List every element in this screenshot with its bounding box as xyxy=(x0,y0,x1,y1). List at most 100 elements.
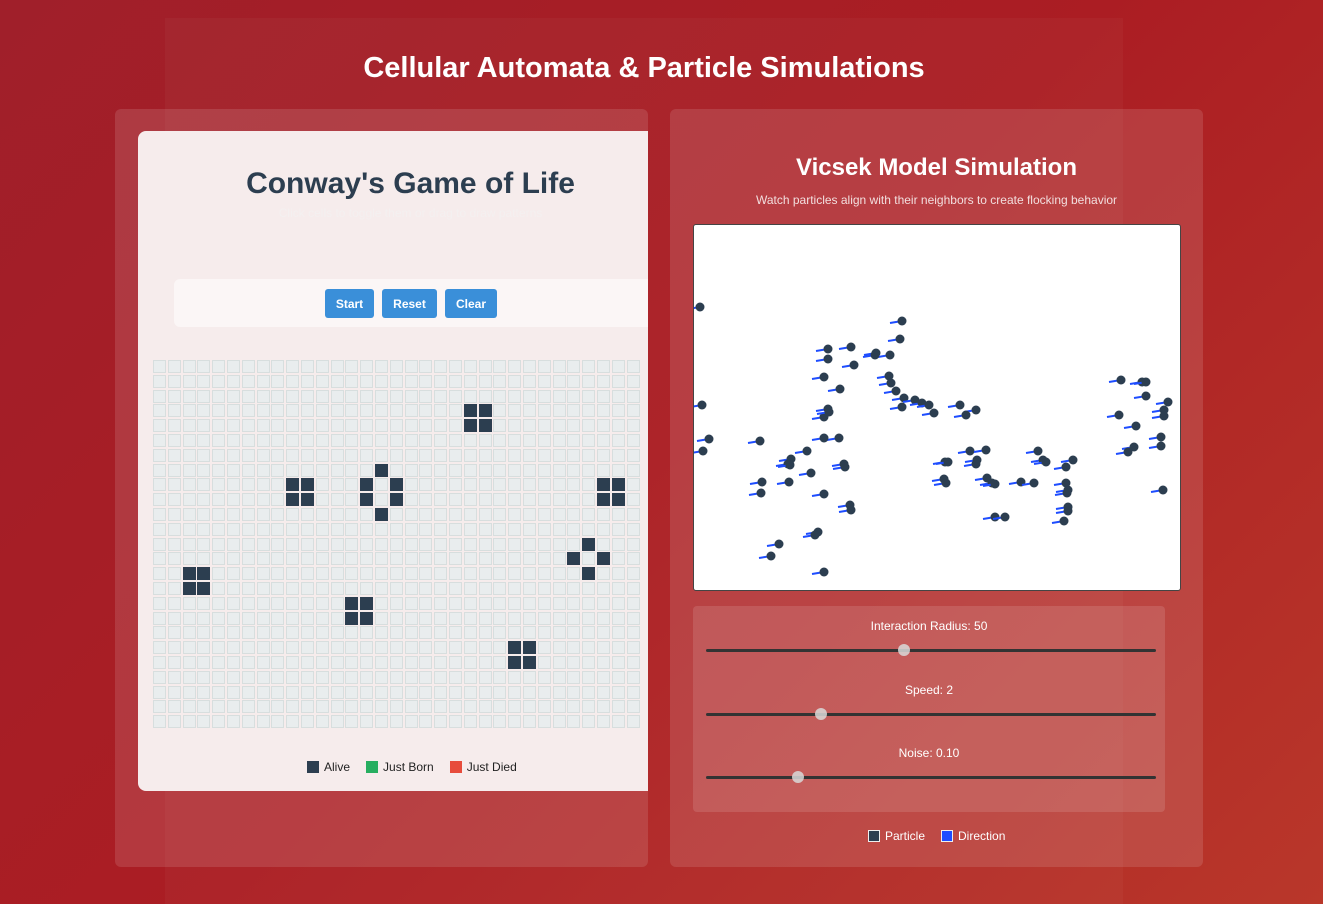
grid-cell[interactable] xyxy=(315,641,329,655)
grid-cell[interactable] xyxy=(182,522,196,536)
grid-cell[interactable] xyxy=(611,360,625,373)
grid-cell[interactable] xyxy=(301,448,314,462)
grid-cell[interactable] xyxy=(256,567,270,581)
grid-cell[interactable] xyxy=(360,419,374,433)
grid-cell[interactable] xyxy=(315,685,329,699)
grid-cell[interactable] xyxy=(375,478,388,492)
grid-cell[interactable] xyxy=(567,448,581,462)
grid-cell[interactable] xyxy=(567,715,581,729)
grid-cell[interactable] xyxy=(360,670,374,684)
grid-cell[interactable] xyxy=(315,463,329,477)
grid-cell[interactable] xyxy=(582,434,596,447)
grid-cell[interactable] xyxy=(227,419,240,433)
grid-cell[interactable] xyxy=(449,374,462,388)
grid-cell[interactable] xyxy=(626,567,640,581)
grid-cell[interactable] xyxy=(153,493,166,507)
grid-cell[interactable] xyxy=(212,478,226,492)
grid-cell[interactable] xyxy=(271,448,285,462)
grid-cell[interactable] xyxy=(241,493,255,507)
grid-cell[interactable] xyxy=(611,508,625,521)
grid-cell[interactable] xyxy=(523,582,536,595)
grid-cell[interactable] xyxy=(567,522,581,536)
grid-cell[interactable] xyxy=(301,404,314,418)
grid-cell[interactable] xyxy=(597,463,610,477)
grid-cell-alive[interactable] xyxy=(478,419,492,433)
grid-cell[interactable] xyxy=(493,656,507,669)
grid-cell[interactable] xyxy=(434,611,448,625)
grid-cell[interactable] xyxy=(434,567,448,581)
grid-cell[interactable] xyxy=(567,493,581,507)
grid-cell[interactable] xyxy=(301,434,314,447)
grid-cell[interactable] xyxy=(419,508,433,521)
grid-cell[interactable] xyxy=(493,448,507,462)
grid-cell[interactable] xyxy=(567,567,581,581)
grid-cell[interactable] xyxy=(182,656,196,669)
grid-cell[interactable] xyxy=(212,493,226,507)
grid-cell[interactable] xyxy=(286,434,300,447)
grid-cell[interactable] xyxy=(227,596,240,610)
grid-cell[interactable] xyxy=(582,374,596,388)
grid-cell[interactable] xyxy=(597,656,610,669)
grid-cell[interactable] xyxy=(315,611,329,625)
grid-cell[interactable] xyxy=(256,611,270,625)
grid-cell[interactable] xyxy=(167,611,181,625)
grid-cell[interactable] xyxy=(478,374,492,388)
grid-cell[interactable] xyxy=(582,389,596,403)
grid-cell[interactable] xyxy=(597,715,610,729)
grid-cell[interactable] xyxy=(345,656,359,669)
grid-cell-alive[interactable] xyxy=(478,404,492,418)
grid-cell[interactable] xyxy=(256,700,270,714)
grid-cell[interactable] xyxy=(167,715,181,729)
grid-cell[interactable] xyxy=(552,374,566,388)
grid-cell[interactable] xyxy=(523,537,536,551)
grid-cell[interactable] xyxy=(508,552,522,566)
grid-cell[interactable] xyxy=(286,419,300,433)
grid-cell[interactable] xyxy=(463,537,477,551)
grid-cell[interactable] xyxy=(434,463,448,477)
grid-cell[interactable] xyxy=(389,508,403,521)
grid-cell[interactable] xyxy=(508,537,522,551)
grid-cell[interactable] xyxy=(449,404,462,418)
grid-cell[interactable] xyxy=(301,611,314,625)
grid-cell[interactable] xyxy=(197,685,211,699)
grid-cell[interactable] xyxy=(286,656,300,669)
grid-cell[interactable] xyxy=(345,434,359,447)
grid-cell[interactable] xyxy=(537,389,551,403)
grid-cell[interactable] xyxy=(271,700,285,714)
grid-cell[interactable] xyxy=(182,626,196,640)
grid-cell[interactable] xyxy=(360,656,374,669)
grid-cell-alive[interactable] xyxy=(508,656,522,669)
grid-cell[interactable] xyxy=(478,537,492,551)
grid-cell[interactable] xyxy=(241,670,255,684)
grid-cell[interactable] xyxy=(626,670,640,684)
grid-cell[interactable] xyxy=(567,641,581,655)
grid-cell[interactable] xyxy=(330,508,344,521)
grid-cell[interactable] xyxy=(167,537,181,551)
grid-cell[interactable] xyxy=(493,404,507,418)
grid-cell[interactable] xyxy=(419,626,433,640)
grid-cell[interactable] xyxy=(552,463,566,477)
grid-cell[interactable] xyxy=(286,360,300,373)
grid-cell[interactable] xyxy=(567,700,581,714)
grid-cell[interactable] xyxy=(404,641,418,655)
grid-cell[interactable] xyxy=(582,670,596,684)
grid-cell[interactable] xyxy=(449,626,462,640)
grid-cell[interactable] xyxy=(197,493,211,507)
grid-cell-alive[interactable] xyxy=(286,493,300,507)
grid-cell[interactable] xyxy=(241,434,255,447)
grid-cell[interactable] xyxy=(537,626,551,640)
grid-cell[interactable] xyxy=(611,582,625,595)
grid-cell[interactable] xyxy=(537,611,551,625)
grid-cell-alive[interactable] xyxy=(582,567,596,581)
grid-cell[interactable] xyxy=(493,419,507,433)
grid-cell[interactable] xyxy=(404,685,418,699)
grid-cell[interactable] xyxy=(330,522,344,536)
grid-cell[interactable] xyxy=(286,522,300,536)
grid-cell[interactable] xyxy=(375,567,388,581)
grid-cell[interactable] xyxy=(611,715,625,729)
grid-cell[interactable] xyxy=(597,685,610,699)
grid-cell[interactable] xyxy=(389,611,403,625)
grid-cell[interactable] xyxy=(182,508,196,521)
grid-cell[interactable] xyxy=(434,404,448,418)
grid-cell[interactable] xyxy=(375,700,388,714)
